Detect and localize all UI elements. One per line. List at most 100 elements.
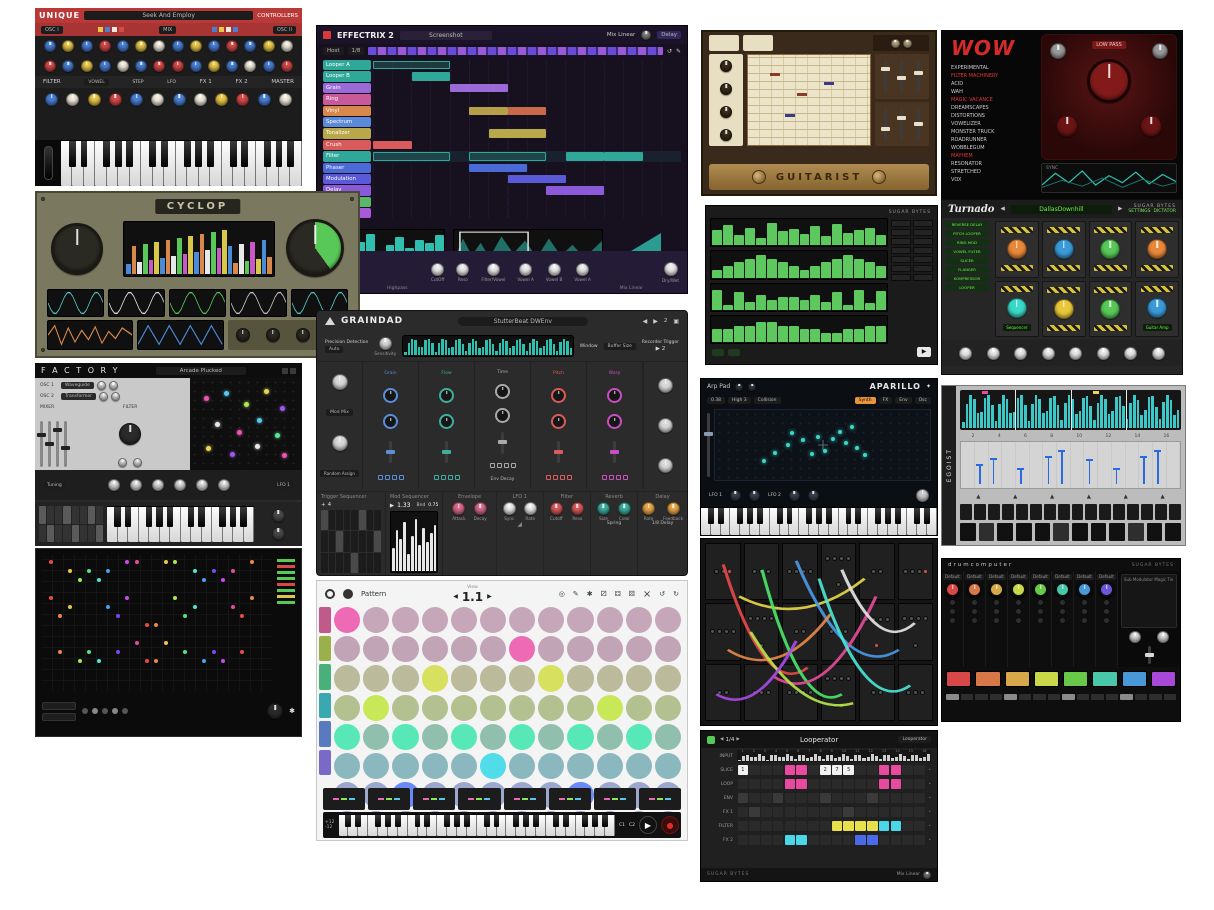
drum-channel-knob[interactable] — [1011, 582, 1026, 597]
mod-pad-dot[interactable] — [215, 422, 220, 427]
wow-filter-type-button[interactable]: LOW PASS — [1092, 41, 1126, 49]
turnado-module-knob[interactable] — [1054, 239, 1074, 259]
step-bar[interactable] — [800, 329, 810, 342]
turnado-module[interactable]: Sequencer — [995, 281, 1039, 338]
mod-dot[interactable] — [212, 569, 216, 573]
step-bar[interactable] — [745, 326, 755, 342]
looperator-rate[interactable]: 1/4 — [725, 737, 734, 743]
mod-dot[interactable] — [145, 659, 149, 663]
looperator-step[interactable] — [902, 835, 913, 845]
step-bar[interactable] — [767, 300, 777, 310]
effect-step-bar[interactable] — [412, 72, 451, 80]
mod-dot[interactable] — [49, 596, 53, 600]
effect-step-bar[interactable] — [489, 129, 547, 137]
mod-pad-dot[interactable] — [237, 430, 242, 435]
effectrix-filter-knob[interactable] — [576, 263, 589, 276]
piano-key-black[interactable] — [230, 141, 237, 167]
track-tab[interactable] — [319, 750, 331, 776]
looperator-step[interactable] — [879, 835, 890, 845]
track-tab[interactable] — [319, 636, 331, 662]
factory-keyboard[interactable] — [107, 506, 254, 542]
factory-osc2-knob[interactable] — [111, 392, 120, 401]
step-bar[interactable] — [843, 233, 853, 246]
pattern-step[interactable] — [597, 607, 623, 633]
turnado-prev-icon[interactable]: ◀ — [1000, 206, 1004, 212]
egoist-step[interactable] — [1072, 504, 1084, 520]
egoist-pad[interactable] — [979, 523, 995, 541]
step-bar[interactable] — [723, 305, 733, 310]
knob[interactable] — [281, 60, 293, 72]
pattern-step[interactable] — [538, 724, 564, 750]
drum-channel-knob[interactable] — [1055, 582, 1070, 597]
list-item[interactable]: ROADRUNNER — [951, 136, 998, 144]
slice-line[interactable] — [1126, 390, 1127, 430]
pattern-step[interactable] — [422, 636, 448, 662]
drum-pad[interactable] — [1092, 671, 1117, 687]
effect-step-bar[interactable] — [508, 175, 566, 183]
wow-main-knob[interactable] — [1087, 59, 1131, 103]
graindad-modseq-value[interactable]: 1.33 — [397, 502, 410, 509]
drum-step[interactable] — [1077, 694, 1090, 700]
egoist-step[interactable] — [1044, 504, 1056, 520]
piano-key-black[interactable] — [424, 815, 430, 827]
piano-key-black[interactable] — [219, 507, 225, 527]
egoist-step[interactable] — [988, 504, 1000, 520]
cyclop-wave-screen[interactable] — [230, 289, 287, 317]
pattern-step[interactable] — [480, 724, 506, 750]
effect-lane[interactable]: Vinyl — [323, 106, 681, 116]
effect-lane[interactable]: Phaser — [323, 163, 681, 173]
step-bar[interactable] — [821, 236, 831, 245]
mod-dot[interactable] — [125, 596, 129, 600]
knob[interactable] — [109, 93, 122, 106]
drum-mini-knob[interactable] — [1037, 608, 1044, 615]
graindad-random-button[interactable]: Random Assign — [320, 470, 359, 477]
piano-key-black[interactable] — [114, 507, 120, 527]
column-mode-button[interactable] — [616, 475, 621, 480]
knob[interactable] — [172, 60, 184, 72]
effect-lane-grid[interactable] — [373, 197, 681, 207]
factory-osc2-type[interactable]: Transformer — [61, 393, 96, 400]
track-tabs[interactable] — [319, 607, 331, 775]
drum-channel[interactable]: Default — [986, 571, 1008, 667]
column-mode-button[interactable] — [511, 463, 516, 468]
knob[interactable] — [66, 93, 79, 106]
factory-osc1-type[interactable]: Waveguide — [61, 382, 94, 389]
track-tab[interactable] — [319, 607, 331, 633]
mod-pad-dot[interactable] — [280, 406, 285, 411]
graindad-trigseq-value[interactable]: 4 — [328, 502, 332, 508]
effect-lane[interactable]: Reverb — [323, 197, 681, 207]
guitarist-slider-module[interactable] — [875, 54, 929, 99]
factory-out-knob[interactable] — [272, 509, 285, 522]
looperator-step[interactable] — [914, 807, 925, 817]
effectrix-filter-knob[interactable] — [487, 263, 500, 276]
mod-dot[interactable] — [106, 569, 110, 573]
slice-marker-pink[interactable] — [982, 391, 988, 394]
factory-preset-display[interactable]: Arcade Plucked — [156, 367, 246, 375]
knob[interactable] — [108, 479, 120, 491]
drum-pad[interactable] — [1005, 671, 1030, 687]
drum-mini-knob[interactable] — [949, 599, 956, 606]
drum-mini-knob[interactable] — [1103, 617, 1110, 624]
row-lock-icon[interactable]: • — [928, 782, 931, 787]
column-knob[interactable] — [439, 388, 454, 403]
looperator-step[interactable] — [879, 779, 890, 789]
looperator-step[interactable] — [761, 793, 772, 803]
graindad-next-icon[interactable]: ▶ — [653, 318, 658, 325]
effectrix-sequencer-grid[interactable]: Looper ALooper BGrainRingVinylSpectrumTo… — [317, 58, 687, 221]
accent-triangle[interactable]: ▲ — [1124, 494, 1128, 500]
pencil-icon[interactable]: ✎ — [573, 590, 579, 598]
piano-key-black[interactable] — [69, 141, 76, 167]
knob[interactable] — [117, 60, 129, 72]
effect-lane-label[interactable]: Tonalizer — [323, 128, 371, 138]
guitarist-switch-box[interactable] — [709, 35, 739, 51]
mod-dot[interactable] — [183, 614, 187, 618]
looperator-step[interactable] — [867, 807, 878, 817]
trigger-cell[interactable] — [351, 531, 358, 551]
arp-step[interactable] — [55, 525, 62, 543]
looperator-step[interactable] — [785, 765, 796, 775]
drum-step[interactable] — [1048, 694, 1061, 700]
step-bar[interactable] — [854, 290, 864, 310]
knob[interactable] — [45, 93, 58, 106]
graindad-color-knob[interactable] — [618, 502, 631, 515]
arp-step[interactable] — [47, 525, 54, 543]
